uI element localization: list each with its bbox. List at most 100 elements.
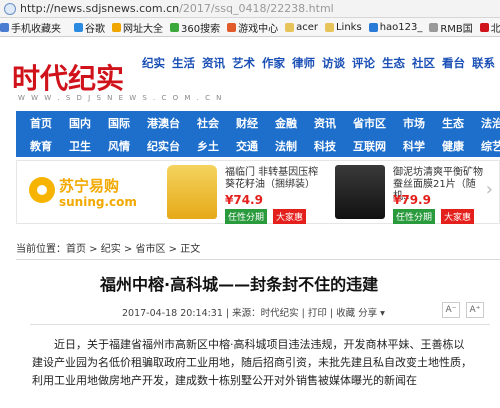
ad-item-1-price: ¥74.9 xyxy=(225,193,263,207)
breadcrumb-shengshiqu[interactable]: 省市区 xyxy=(136,244,166,255)
top-nav-item[interactable]: 访谈 xyxy=(322,53,345,74)
main-nav-item[interactable]: 交通 xyxy=(236,138,258,154)
chevron-right-icon[interactable]: › xyxy=(486,179,493,200)
main-nav-item[interactable]: 法治 xyxy=(481,115,500,131)
breadcrumb-separator: > xyxy=(120,244,136,255)
main-nav-item[interactable]: 卫生 xyxy=(69,138,91,154)
breadcrumb-current: 正文 xyxy=(180,244,201,255)
rmb-icon xyxy=(429,22,439,32)
top-nav-item[interactable]: 看台 xyxy=(442,53,465,74)
main-nav-item[interactable]: 金融 xyxy=(275,115,297,131)
site-header: 时代纪实 W W W . S D J S N E W S . C O M . C… xyxy=(0,37,500,105)
main-nav: 首页 国内 国际 港澳台 社会 财经 金融 资讯 省市区 市场 生态 法治 教育 卫生 风情 纪实台 乡土 交通… xyxy=(16,111,500,157)
ad-item-2-tag-installment: 任性分期 xyxy=(393,209,436,224)
font-decrease-button[interactable]: A⁻ xyxy=(442,302,460,318)
main-nav-item[interactable]: 科学 xyxy=(403,138,425,154)
site-logo[interactable]: 时代纪实 xyxy=(12,57,124,97)
main-nav-item[interactable]: 财经 xyxy=(236,115,258,131)
phone-icon xyxy=(0,22,9,32)
main-nav-item[interactable]: 资讯 xyxy=(314,115,336,131)
main-nav-item[interactable]: 教育 xyxy=(30,138,52,154)
main-nav-item[interactable]: 国内 xyxy=(69,115,91,131)
facemask-box-image[interactable] xyxy=(335,165,385,219)
address-bar[interactable]: http://news.sdjsnews.com.cn/2017/ssq_041… xyxy=(0,0,500,18)
main-nav-item[interactable]: 乡土 xyxy=(197,138,219,154)
favorite-item[interactable]: hao123_ xyxy=(368,22,422,33)
hao123-icon xyxy=(368,22,378,32)
favorite-item[interactable]: 游戏中心 xyxy=(227,20,278,35)
favorite-item[interactable]: Links xyxy=(324,21,362,33)
favorites-bar: 手机收藏夹 谷歌 网址大全 360搜索 游戏中心 acer Links hao123_ RMB国… xyxy=(0,18,500,37)
main-nav-item[interactable]: 综艺 xyxy=(481,138,500,154)
suning-brand-cn: 苏宁易购 xyxy=(59,177,120,195)
folder-icon xyxy=(324,22,334,32)
favorite-item[interactable]: 北京时间 xyxy=(479,20,500,35)
top-nav-item[interactable]: 生活 xyxy=(172,53,195,74)
main-nav-item[interactable]: 生态 xyxy=(442,115,464,131)
favorite-label: Links xyxy=(335,21,362,33)
folder-icon xyxy=(285,22,295,32)
main-nav-row-1: 首页 国内 国际 港澳台 社会 财经 金融 资讯 省市区 市场 生态 法治 xyxy=(16,111,500,134)
favorite-item[interactable]: RMB国 xyxy=(429,20,473,35)
top-nav-item[interactable]: 艺术 xyxy=(232,53,255,74)
article-paragraph: 近日，关于福建省福州市高新区中榕·高科城项目违法违规，开发商林平妹、王善栋以建设… xyxy=(32,338,472,387)
article-meta: 2017-04-18 20:14:31 | 来源：时代纪实 | 打印 | 收藏 … xyxy=(122,308,385,319)
top-nav-item[interactable]: 生态 xyxy=(382,53,405,74)
main-nav-item[interactable]: 法制 xyxy=(275,138,297,154)
favorite-label: 游戏中心 xyxy=(238,23,279,35)
game-icon xyxy=(227,22,237,32)
ad-item-1-name[interactable]: 福临门 非转基因压榨葵花籽油（捆绑装） xyxy=(225,167,320,191)
top-nav-item[interactable]: 作家 xyxy=(262,53,285,74)
divider xyxy=(30,324,490,325)
main-nav-item[interactable]: 科技 xyxy=(314,138,336,154)
top-nav: 纪实 生活 资讯 艺术 作家 律师 访谈 评论 生态 社区 看台 联系 xyxy=(142,53,500,74)
search-icon xyxy=(170,22,179,32)
favorite-item[interactable]: acer xyxy=(285,22,318,33)
favorite-item[interactable]: 360搜索 xyxy=(170,20,220,35)
favorite-label: 360搜索 xyxy=(181,23,221,35)
ad-item-1-tag-installment: 任性分期 xyxy=(225,209,268,224)
star-icon xyxy=(112,22,121,32)
suning-brand-en: suning.com xyxy=(59,195,137,209)
google-icon xyxy=(74,22,83,32)
url-text[interactable]: http://news.sdjsnews.com.cn/2017/ssq_041… xyxy=(20,2,334,15)
favorite-label: acer xyxy=(296,21,318,33)
main-nav-item[interactable]: 省市区 xyxy=(353,115,386,131)
main-nav-row-2: 教育 卫生 风情 纪实台 乡土 交通 法制 科技 互联网 科学 健康 综艺 xyxy=(16,134,500,157)
clock-icon xyxy=(479,22,489,32)
main-nav-item[interactable]: 纪实台 xyxy=(147,138,180,154)
main-nav-item[interactable]: 社会 xyxy=(197,115,219,131)
oil-bottle-image[interactable] xyxy=(167,165,217,219)
globe-icon xyxy=(4,2,16,15)
favorite-item[interactable]: 谷歌 xyxy=(74,20,105,35)
breadcrumb-jishi[interactable]: 纪实 xyxy=(101,244,121,255)
top-nav-item[interactable]: 资讯 xyxy=(202,53,225,74)
main-nav-item[interactable]: 健康 xyxy=(442,138,464,154)
article-title: 福州中榕·高科城——封条封不住的违建 xyxy=(100,275,379,294)
top-nav-item[interactable]: 社区 xyxy=(412,53,435,74)
favorite-item[interactable]: 网址大全 xyxy=(112,20,163,35)
top-nav-item[interactable]: 律师 xyxy=(292,53,315,74)
ad-item-1-tag-sale: 大家惠 xyxy=(273,209,307,224)
ad-item-2-tag-sale: 大家惠 xyxy=(441,209,475,224)
main-nav-item[interactable]: 市场 xyxy=(403,115,425,131)
top-nav-item[interactable]: 纪实 xyxy=(142,53,165,74)
main-nav-item[interactable]: 港澳台 xyxy=(147,115,180,131)
main-nav-item[interactable]: 国际 xyxy=(108,115,130,131)
top-nav-item[interactable]: 联系 xyxy=(472,53,495,74)
main-nav-item[interactable]: 风情 xyxy=(108,138,130,154)
suning-logo[interactable]: 苏宁易购 suning.com xyxy=(27,171,157,216)
suning-lion-icon xyxy=(29,177,55,203)
main-nav-item[interactable]: 互联网 xyxy=(353,138,386,154)
breadcrumb-prefix: 当前位置： xyxy=(16,244,66,255)
font-increase-button[interactable]: A⁺ xyxy=(466,302,484,318)
favorite-label: 谷歌 xyxy=(85,23,105,35)
breadcrumb-home[interactable]: 首页 xyxy=(66,244,86,255)
suning-ad-banner[interactable]: 苏宁易购 suning.com 福临门 非转基因压榨葵花籽油（捆绑装） ¥74.… xyxy=(16,160,500,224)
favorite-label: 北京时间 xyxy=(490,23,500,35)
favorite-item[interactable]: 手机收藏夹 xyxy=(0,20,61,35)
favorite-label: 网址大全 xyxy=(123,23,163,35)
main-nav-item[interactable]: 首页 xyxy=(30,115,52,131)
favorite-label: 手机收藏夹 xyxy=(11,23,61,35)
top-nav-item[interactable]: 评论 xyxy=(352,53,375,74)
